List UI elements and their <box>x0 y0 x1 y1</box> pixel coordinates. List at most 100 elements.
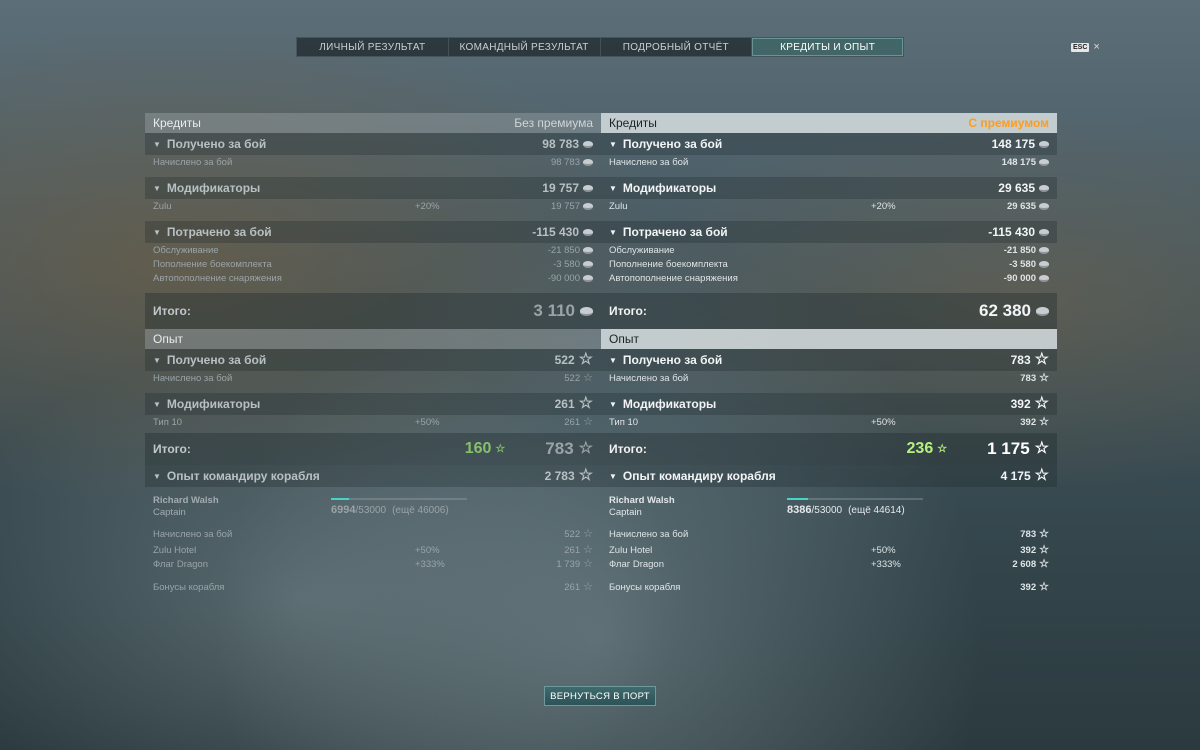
free-xp-text: 236 <box>906 440 934 457</box>
collapsible-section-header[interactable]: Модификаторы 29 635 <box>601 177 1057 199</box>
section-label: Потрачено за бой <box>609 225 728 239</box>
progress-fill <box>787 498 809 500</box>
detail-percent: +333% <box>415 558 445 570</box>
section-value-text: 19 757 <box>542 181 579 195</box>
xp-star-icon: ☆ <box>578 440 593 457</box>
collapsible-section-header[interactable]: Получено за бой 98 783 <box>145 133 601 155</box>
free-xp-value: 236 ☆ <box>907 440 948 458</box>
tab-credits-and-xp[interactable]: КРЕДИТЫ И ОПЫТ <box>752 38 903 56</box>
section-value-text: 4 175 <box>1000 469 1031 483</box>
tab-detailed-report[interactable]: ПОДРОБНЫЙ ОТЧЁТ <box>601 38 753 56</box>
xp-header: Опыт <box>601 329 1057 349</box>
section-value-text: 29 635 <box>998 181 1035 195</box>
detail-row: Флаг Dragon +333% 1 739 ☆ <box>145 557 601 571</box>
section-value-text: 392 <box>1010 397 1031 411</box>
detail-label: Автопополнение снаряжения <box>609 272 738 284</box>
xp-star-icon: ☆ <box>583 580 593 593</box>
detail-value-text: -3 580 <box>553 258 580 270</box>
xp-total-row: Итого: 160 ☆ 783 ☆ <box>145 433 601 465</box>
collapsible-section-header[interactable]: Получено за бой 522☆ <box>145 349 601 371</box>
collapsible-section-header[interactable]: Получено за бой 783☆ <box>601 349 1057 371</box>
detail-row: Начислено за бой 783 ☆ <box>601 371 1057 385</box>
xp-header: Опыт <box>145 329 601 349</box>
tab-personal-result[interactable]: ЛИЧНЫЙ РЕЗУЛЬТАТ <box>297 38 449 56</box>
detail-value: 783 ☆ <box>1020 371 1049 384</box>
credits-total-row: Итого: 62 380 <box>601 293 1057 329</box>
section-label: Потрачено за бой <box>153 225 272 239</box>
xp-title: Опыт <box>153 332 183 346</box>
account-type-label: Без премиума <box>514 116 593 130</box>
detail-value: 29 635 <box>1007 201 1049 212</box>
detail-label: Пополнение боекомплекта <box>609 258 728 270</box>
collapsible-section-header[interactable]: Потрачено за бой -115 430 <box>145 221 601 243</box>
free-xp-text: 160 <box>464 440 492 457</box>
commander-progress: 8386/53000 (ещё 44614) <box>787 498 923 516</box>
detail-percent: +20% <box>415 200 440 212</box>
detail-value-text: -21 850 <box>547 244 580 256</box>
xp-star-icon: ☆ <box>578 351 593 368</box>
section-value: 783 ☆ <box>1011 352 1049 368</box>
return-to-port-button[interactable]: ВЕРНУТЬСЯ В ПОРТ <box>544 686 656 706</box>
collapsible-section-header[interactable]: Модификаторы 261☆ <box>145 393 601 415</box>
section-value: 98 783 <box>542 137 593 151</box>
xp-star-icon: ☆ <box>1039 580 1049 593</box>
section-value-text: 98 783 <box>542 137 579 151</box>
commander-rank: Captain <box>153 507 186 518</box>
detail-row: Zulu +20% 29 635 <box>601 199 1057 213</box>
xp-star-icon: ☆ <box>1034 351 1049 368</box>
detail-row: Бонусы корабля 261 ☆ <box>145 580 601 594</box>
xp-star-icon: ☆ <box>583 415 593 428</box>
xp-star-icon: ☆ <box>495 442 506 455</box>
detail-value-text: 522 <box>564 528 581 540</box>
section-value: 522 ☆ <box>555 352 593 368</box>
detail-value: -90 000 <box>1004 273 1049 284</box>
detail-label: Zulu Hotel <box>153 544 197 556</box>
xp-title: Опыт <box>609 332 639 346</box>
collapsible-section-header[interactable]: Опыт командиру корабля 2 783☆ <box>145 465 601 487</box>
section-value-text: -115 430 <box>532 225 579 239</box>
detail-label: Начислено за бой <box>153 372 233 384</box>
xp-star-icon: ☆ <box>1034 440 1049 457</box>
xp-star-icon: ☆ <box>937 442 948 455</box>
collapsible-section-header[interactable]: Модификаторы 19 757 <box>145 177 601 199</box>
detail-percent: +50% <box>415 544 440 556</box>
commander-info: Richard Walsh Captain 8386/53000 (ещё 44614… <box>601 487 1057 527</box>
section-value-text: -115 430 <box>988 225 1035 239</box>
detail-value-text: 98 783 <box>550 156 580 168</box>
xp-star-icon: ☆ <box>1039 371 1049 384</box>
commander-info: Richard Walsh Captain 6994/53000 (ещё 46006… <box>145 487 601 527</box>
xp-star-icon: ☆ <box>583 527 593 540</box>
collapsible-section-header[interactable]: Потрачено за бой -115 430 <box>601 221 1057 243</box>
detail-value: 392 ☆ <box>1020 544 1049 556</box>
detail-value: 261 ☆ <box>564 415 593 428</box>
section-label: Модификаторы <box>153 397 260 411</box>
credits-coin-icon <box>583 274 593 282</box>
detail-label: Тип 10 <box>609 416 639 428</box>
tab-team-result[interactable]: КОМАНДНЫЙ РЕЗУЛЬТАТ <box>449 38 601 56</box>
section-label: Опыт командиру корабля <box>609 469 776 483</box>
commander-identity: Richard Walsh Captain <box>609 495 787 519</box>
detail-label: Zulu <box>153 200 172 212</box>
credits-coin-icon <box>1039 202 1049 210</box>
collapsible-section-header[interactable]: Получено за бой 148 175 <box>601 133 1057 155</box>
detail-label: Начислено за бой <box>609 528 689 540</box>
detail-value: 98 783 <box>551 157 593 168</box>
detail-value-text: -90 000 <box>547 272 580 284</box>
detail-label: Начислено за бой <box>609 156 689 168</box>
section-value: 2 783 ☆ <box>545 468 593 484</box>
xp-star-icon: ☆ <box>1039 415 1049 428</box>
credits-title: Кредиты <box>153 116 201 130</box>
section-label: Модификаторы <box>609 181 716 195</box>
account-type-label: С премиумом <box>968 116 1049 130</box>
close-button[interactable]: ESC × <box>1071 41 1100 53</box>
detail-row: Пополнение боекомплекта -3 580 <box>601 257 1057 271</box>
collapsible-section-header[interactable]: Опыт командиру корабля 4 175☆ <box>601 465 1057 487</box>
collapsible-section-header[interactable]: Модификаторы 392☆ <box>601 393 1057 415</box>
detail-label: Бонусы корабля <box>153 581 225 593</box>
detail-row: Тип 10 +50% 261 ☆ <box>145 415 601 429</box>
credits-total-value: 3 110 <box>533 301 593 321</box>
detail-value: -90 000 <box>548 273 593 284</box>
detail-value-text: 392 <box>1020 416 1037 428</box>
credits-total-text: 3 110 <box>533 301 575 320</box>
section-value: -115 430 <box>988 225 1049 239</box>
